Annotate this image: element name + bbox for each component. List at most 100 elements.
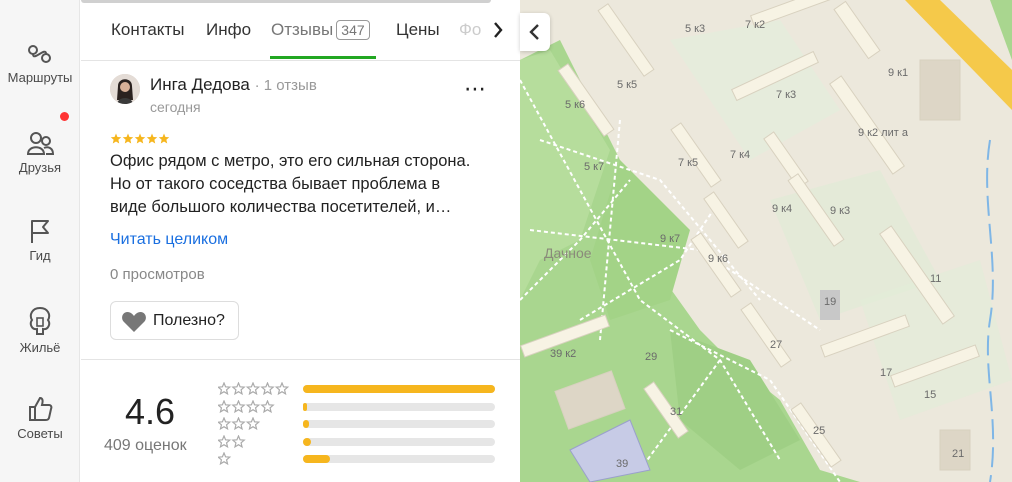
map[interactable]: 5 к3 7 к2 9 к1 5 к5 5 к6 7 к3 9 к2 лит а 5 к7 7 … [520,0,1012,482]
map-label: 21 [952,448,964,460]
map-label: 27 [770,339,782,351]
distribution-bar [303,385,495,393]
thumbs-up-icon [29,396,53,421]
tab-info[interactable]: Инфо [206,20,251,40]
star-icon [134,133,146,144]
review-text: Офис рядом с метро, это его сильная стор… [110,152,471,216]
star-icon [218,417,261,431]
map-label: 9 к3 [830,205,850,217]
map-label: 9 к4 [772,203,792,215]
heart-icon [122,312,146,332]
map-label: 7 к5 [678,157,698,169]
map-label: 7 к4 [730,149,750,161]
tab-reviews[interactable]: Отзывы 347 [271,20,370,40]
average-score: 4.6 [125,391,176,432]
rail-item-routes[interactable]: Маршруты [0,42,80,85]
distribution-bar [303,420,495,428]
flag-icon [31,220,49,243]
distribution-bar-fill [303,455,330,463]
distribution-row [218,434,498,449]
map-label: 29 [645,351,657,363]
tab-reviews-label: Отзывы [271,20,334,39]
map-label: 19 [824,296,836,308]
map-label: Дачное [544,245,592,261]
map-label: 5 к5 [617,79,637,91]
map-label: 9 к7 [660,233,680,245]
map-label: 9 к6 [708,253,728,265]
rail-item-housing[interactable]: Жильё [0,306,80,355]
distribution-row [218,417,498,431]
tab-prices[interactable]: Цены [396,20,440,40]
tab-photos[interactable]: Фо [459,20,481,40]
distribution-bar-fill [303,420,309,428]
star-icon [146,133,158,144]
rail-item-friends[interactable]: Друзья [0,130,80,175]
star-icon [218,452,232,466]
star-icon [218,382,290,396]
distribution-bar [303,455,495,463]
map-canvas[interactable]: 5 к3 7 к2 9 к1 5 к5 5 к6 7 к3 9 к2 лит а 5 к7 7 … [520,0,1012,482]
distribution-bar-fill [303,385,495,393]
rail-label: Маршруты [7,70,73,85]
reviews-panel: Контакты Инфо Отзывы 347 Цены Фо Инга Дед… [81,0,520,482]
map-label: 39 к2 [550,348,576,360]
more-options-icon[interactable]: ⋯ [464,76,487,102]
useful-button[interactable]: Полезно? [110,301,239,340]
star-icon [158,133,170,144]
map-label: 9 к2 лит а [858,127,909,139]
friends-icon [26,132,54,155]
tab-bar: Контакты Инфо Отзывы 347 Цены Фо [81,0,520,61]
useful-label: Полезно? [153,312,225,329]
rail-label: Советы [17,426,63,441]
map-label: 11 [930,273,941,285]
reviews-count-badge: 347 [336,20,370,40]
star-icon [218,399,275,413]
map-label: 5 к7 [584,161,604,173]
rail-item-tips[interactable]: Советы [0,396,80,441]
housing-icon [29,306,51,335]
map-label: 7 к3 [776,89,796,101]
distribution-row [218,452,498,466]
review-author[interactable]: Инга Дедова · 1 отзыв [150,75,317,95]
read-more-link[interactable]: Читать целиком [110,231,228,249]
map-label: 15 [924,389,936,401]
map-label: 5 к3 [685,23,705,35]
avatar[interactable] [110,74,140,104]
map-label: 39 [616,458,628,470]
left-rail: Маршруты Друзья Гид Жильё Советы [0,0,80,482]
distribution-row [218,382,498,396]
views-count: 0 просмотров [110,266,205,283]
map-label: 7 к2 [745,19,765,31]
review-rating-stars [110,133,170,144]
star-icon [110,133,122,144]
rating-summary: 4.6 409 оценок [81,361,520,482]
distribution-row [218,399,498,414]
map-label: 25 [813,425,825,437]
chevron-right-icon[interactable] [486,18,510,42]
collapse-panel-button[interactable] [520,13,550,51]
tab-contacts[interactable]: Контакты [111,20,184,40]
distribution-bar [303,402,495,411]
author-review-count: · 1 отзыв [254,77,317,94]
author-name[interactable]: Инга Дедова [150,75,250,94]
active-tab-indicator [270,56,376,59]
map-label: 17 [880,367,892,379]
notification-dot [60,112,69,121]
rail-item-guide[interactable]: Гид [0,218,80,263]
chevron-left-icon [529,24,539,40]
map-label: 5 к6 [565,99,585,111]
review-card: Инга Дедова · 1 отзыв сегодня ⋯ Офис ряд… [81,62,520,360]
distribution-bar [303,437,495,446]
rail-label: Друзья [18,160,62,175]
ratings-count: 409 оценок [104,437,187,454]
distribution-bar-fill [303,402,307,411]
star-icon [122,133,134,144]
star-icon [218,434,246,448]
rail-label: Гид [29,248,51,263]
distribution-bar-fill [303,437,311,446]
rail-label: Жильё [19,340,61,355]
map-label: 31 [670,406,682,418]
map-label: 9 к1 [888,67,908,79]
routes-icon [28,45,51,63]
review-date: сегодня [150,99,201,115]
